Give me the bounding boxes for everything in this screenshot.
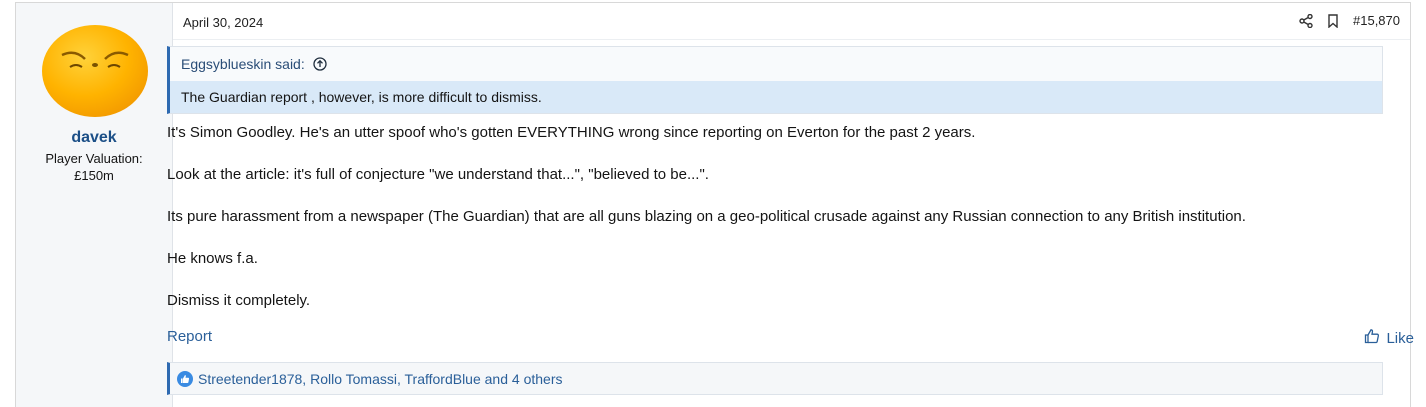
post-number-link[interactable]: #15,870 bbox=[1353, 13, 1400, 28]
quote-text: The Guardian report , however, is more d… bbox=[170, 81, 1382, 113]
orange-avatar-icon bbox=[42, 25, 148, 117]
message-paragraph: Dismiss it completely. bbox=[167, 292, 311, 309]
like-reaction-icon bbox=[177, 370, 193, 387]
username[interactable]: davek bbox=[16, 129, 172, 147]
message-paragraph: Its pure harassment from a newspaper (Th… bbox=[167, 208, 1246, 225]
quote-block: Eggsyblueskin said: The Guardian report … bbox=[167, 46, 1383, 114]
thumbs-up-icon bbox=[1364, 328, 1380, 348]
post-date[interactable]: April 30, 2024 bbox=[183, 15, 263, 30]
message-paragraph: Look at the article: it's full of conjec… bbox=[167, 166, 709, 183]
reactions-bar[interactable]: Streetender1878, Rollo Tomassi, Trafford… bbox=[167, 362, 1383, 395]
user-title-line2: £150m bbox=[74, 168, 114, 183]
reactions-users-link[interactable]: Streetender1878, Rollo Tomassi, Trafford… bbox=[198, 371, 562, 387]
bookmark-icon[interactable] bbox=[1327, 13, 1339, 28]
message-paragraph: He knows f.a. bbox=[167, 250, 258, 267]
post-actions: #15,870 bbox=[1299, 13, 1400, 28]
user-avatar[interactable] bbox=[40, 19, 150, 119]
share-icon[interactable] bbox=[1299, 13, 1313, 28]
user-info-panel: davek Player Valuation: £150m bbox=[16, 3, 173, 407]
user-title-line1: Player Valuation: bbox=[45, 151, 143, 166]
post-message: It's Simon Goodley. He's an utter spoof … bbox=[167, 124, 1246, 334]
user-title: Player Valuation: £150m bbox=[16, 150, 172, 184]
arrow-up-circle-icon[interactable] bbox=[313, 57, 327, 71]
report-link[interactable]: Report bbox=[167, 328, 212, 345]
quote-attribution[interactable]: Eggsyblueskin said: bbox=[170, 47, 1382, 81]
header-divider bbox=[173, 39, 1410, 40]
quote-author[interactable]: Eggsyblueskin said: bbox=[181, 56, 305, 72]
like-button[interactable]: Like bbox=[1364, 328, 1414, 348]
like-label: Like bbox=[1386, 329, 1414, 347]
message-paragraph: It's Simon Goodley. He's an utter spoof … bbox=[167, 124, 976, 141]
